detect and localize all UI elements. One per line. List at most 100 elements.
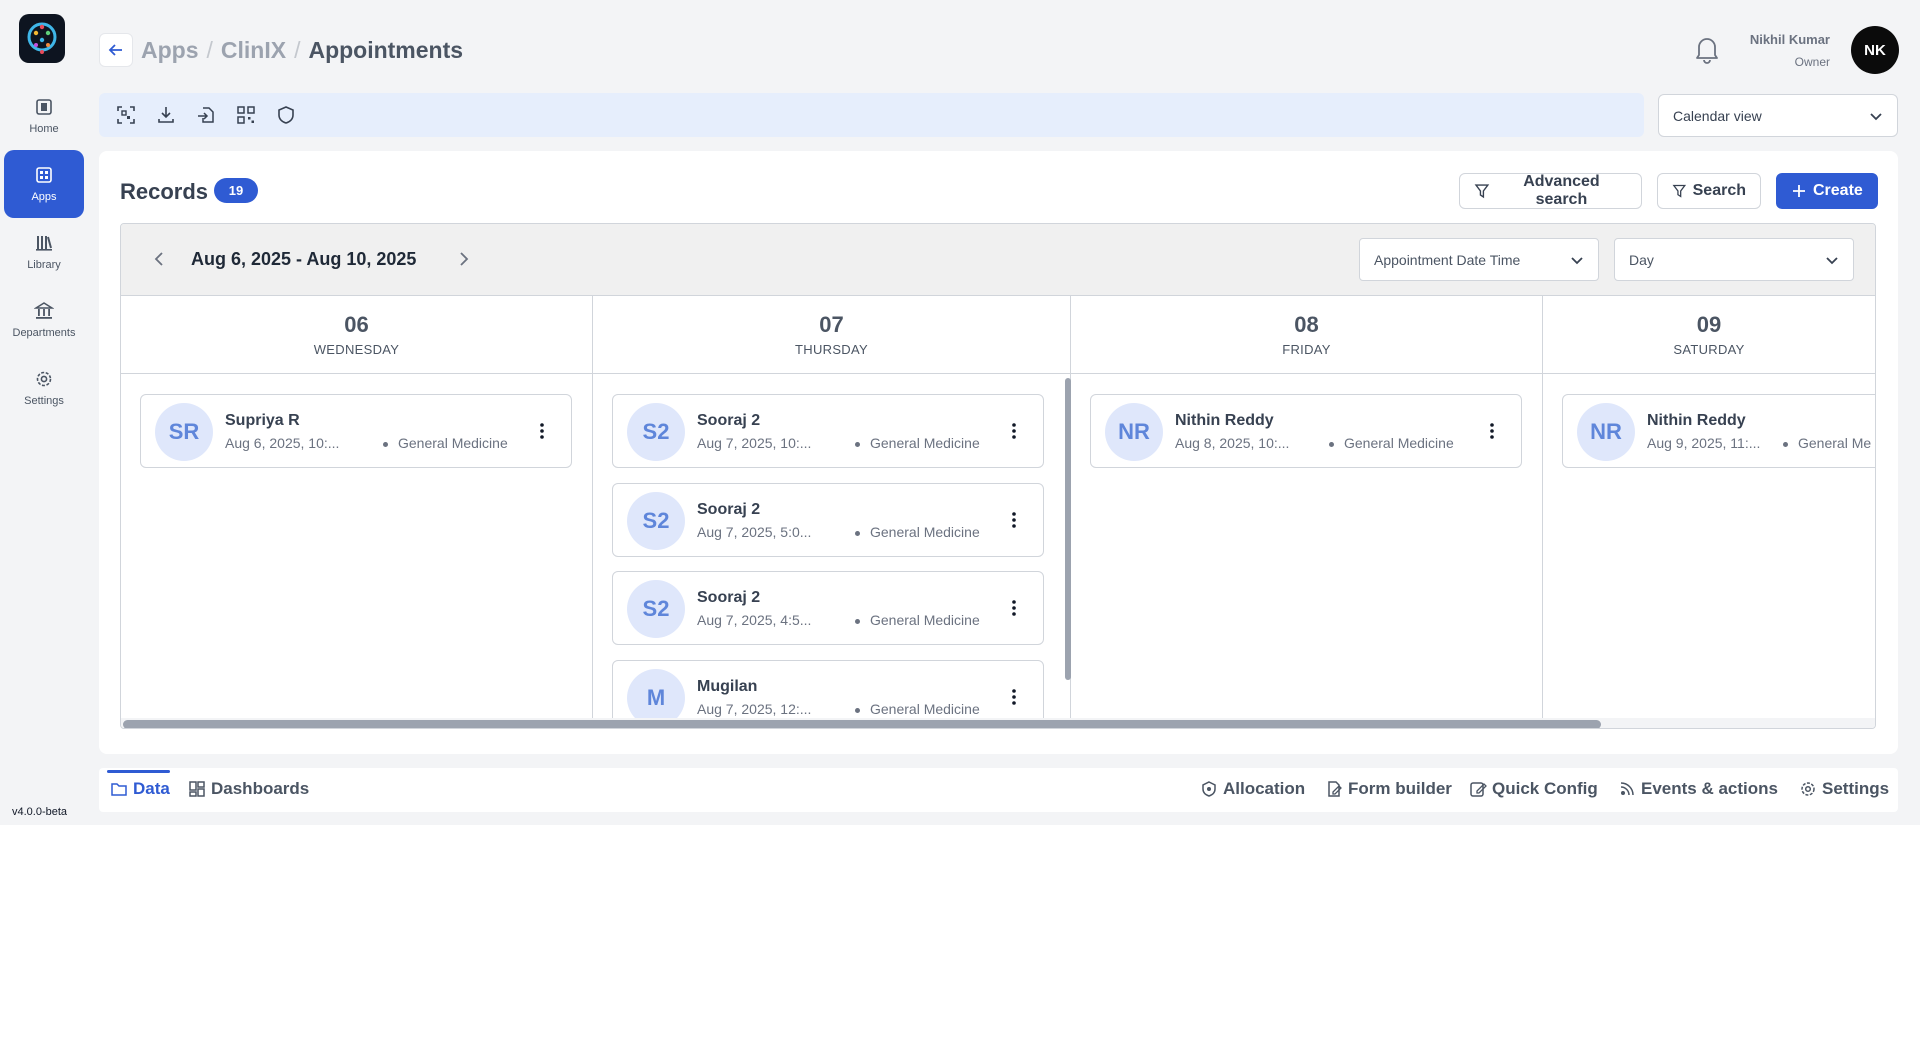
tab-settings[interactable]: Settings [1799,779,1889,799]
day-name: THURSDAY [795,342,868,357]
departments-icon [34,302,54,319]
calendar-mode-select[interactable]: Day [1614,238,1854,281]
more-vertical-icon[interactable] [1489,421,1495,441]
tab-quick-config[interactable]: Quick Config [1469,779,1598,799]
dashboard-icon [189,781,205,797]
appointment-name: Sooraj 2 [697,412,761,429]
version-label: v4.0.0-beta [12,806,68,818]
bottom-bar: Data Dashboards Allocation Form builder … [99,768,1898,812]
appointment-card[interactable]: S2 Sooraj 2 Aug 7, 2025, 5:0... General … [612,483,1044,557]
appointment-name: Nithin Reddy [1647,412,1746,429]
qr-code-icon[interactable] [235,104,257,126]
day-header: 06 WEDNESDAY [121,296,592,374]
chevron-right-icon[interactable] [454,250,472,268]
appointment-department: General Me [1798,435,1872,451]
records-count-badge: 19 [214,178,258,203]
tab-form-builder[interactable]: Form builder [1325,779,1452,799]
chevron-left-icon[interactable] [151,250,169,268]
separator-dot [855,619,860,624]
vertical-scrollbar[interactable] [1065,378,1071,680]
more-vertical-icon[interactable] [1011,510,1017,530]
app-root: Home Apps Library Departments Settings v… [0,0,1920,825]
day-column: 06 WEDNESDAY SR Supriya R Aug 6, 2025, 1… [121,296,593,728]
view-select-value: Calendar view [1673,107,1762,124]
tab-dashboards[interactable]: Dashboards [188,779,309,799]
library-icon [36,236,52,251]
breadcrumb-separator: / [294,37,301,63]
day-header: 08 FRIDAY [1071,296,1542,374]
records-title: Records [120,179,209,204]
breadcrumb-clinix[interactable]: ClinIX [221,37,286,64]
notification-bell-icon[interactable] [1693,34,1721,64]
sidebar-item-settings[interactable]: Settings [4,354,84,422]
import-icon[interactable] [195,104,217,126]
appointment-card[interactable]: S2 Sooraj 2 Aug 7, 2025, 10:... General … [612,394,1044,468]
tab-label: Dashboards [211,779,310,798]
calendar-mode-value: Day [1629,251,1654,268]
active-tab-indicator [107,770,170,773]
allocation-icon [1202,781,1216,797]
appointment-avatar: NR [1105,403,1163,461]
shield-icon[interactable] [275,104,297,126]
tab-label: Events & actions [1641,779,1778,798]
appointment-date: Aug 7, 2025, 10:... [697,435,812,451]
day-column: 09 SATURDAY NR Nithin Reddy Aug 9, 2025,… [1543,296,1875,728]
logo-mark [27,22,57,54]
user-role: Owner [1794,55,1830,69]
more-vertical-icon[interactable] [1011,421,1017,441]
day-name: WEDNESDAY [313,342,400,357]
records-card: Records 19 Advanced search Search Create… [99,151,1898,754]
advanced-search-label: Advanced search [1523,173,1600,208]
tab-label: Form builder [1348,779,1452,798]
download-icon[interactable] [155,104,177,126]
appointment-card[interactable]: NR Nithin Reddy Aug 9, 2025, 11:... Gene… [1562,394,1875,468]
search-label: Search [1692,182,1746,199]
breadcrumb-apps[interactable]: Apps [141,37,199,64]
sidebar-item-library[interactable]: Library [4,218,84,286]
chevron-down-icon [1826,256,1838,264]
appointment-card[interactable]: NR Nithin Reddy Aug 8, 2025, 10:... Gene… [1090,394,1522,468]
tab-allocation[interactable]: Allocation [1200,779,1305,799]
sidebar-item-home[interactable]: Home [4,82,84,150]
appointment-avatar: NR [1577,403,1635,461]
form-edit-icon [1328,781,1342,797]
appointment-date: Aug 7, 2025, 5:0... [697,524,812,540]
back-button[interactable] [99,33,133,67]
user-avatar[interactable]: NK [1851,26,1899,74]
appointment-name: Mugilan [697,678,758,695]
tab-events-actions[interactable]: Events & actions [1618,779,1778,799]
sidebar-item-label: Library [27,259,61,271]
appointment-card[interactable]: S2 Sooraj 2 Aug 7, 2025, 4:5... General … [612,571,1044,645]
scan-icon[interactable] [115,104,137,126]
appointment-name: Supriya R [225,412,300,429]
day-header: 07 THURSDAY [593,296,1070,374]
appointment-date: Aug 7, 2025, 12:... [697,701,812,717]
separator-dot [383,442,388,447]
sidebar-item-apps[interactable]: Apps [4,150,84,218]
signal-icon [1620,782,1634,796]
date-field-select[interactable]: Appointment Date Time [1359,238,1599,281]
more-vertical-icon[interactable] [1011,598,1017,618]
sidebar-item-label: Home [29,123,59,135]
appointment-department: General Medicine [870,701,980,717]
tab-data[interactable]: Data [110,779,170,799]
separator-dot [1783,442,1788,447]
create-label: Create [1813,182,1863,199]
horizontal-scrollbar[interactable] [123,720,1601,728]
view-select[interactable]: Calendar view [1658,94,1898,137]
user-name: Nikhil Kumar [1749,32,1830,44]
more-vertical-icon[interactable] [539,421,545,441]
sidebar-item-departments[interactable]: Departments [4,286,84,354]
advanced-search-button[interactable]: Advanced search [1459,173,1642,209]
toolbar [99,93,1644,137]
settings-icon [36,371,52,387]
create-button[interactable]: Create [1776,173,1878,209]
appointment-card[interactable]: SR Supriya R Aug 6, 2025, 10:... General… [140,394,572,468]
app-logo[interactable] [19,14,65,63]
sidebar-item-label: Departments [12,327,76,339]
appointment-avatar: S2 [627,580,685,638]
folder-icon [111,783,127,796]
search-button[interactable]: Search [1657,173,1761,209]
day-header: 09 SATURDAY [1543,296,1875,374]
more-vertical-icon[interactable] [1011,687,1017,707]
